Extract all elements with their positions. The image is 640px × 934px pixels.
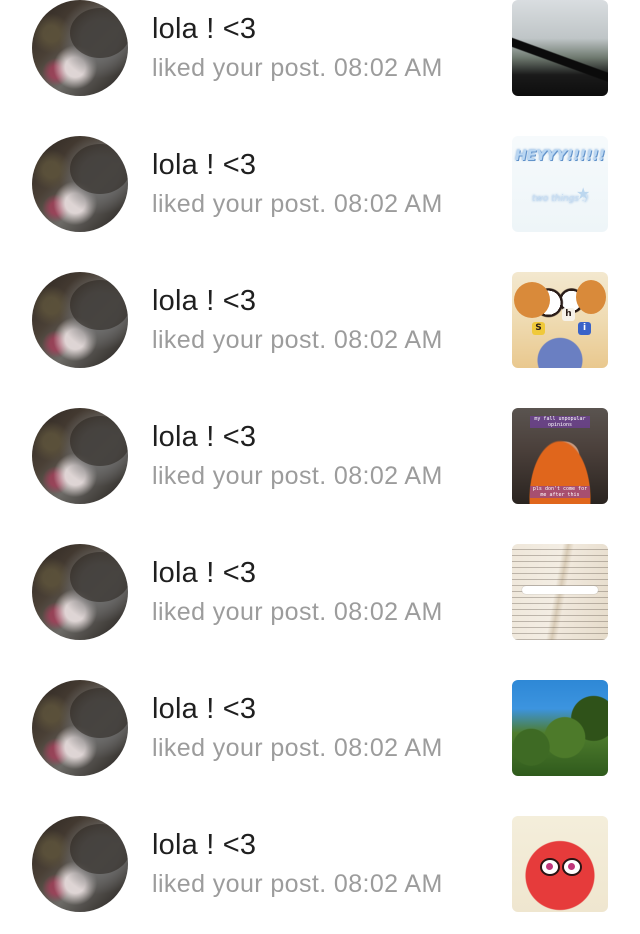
activity-text: liked your post. 08:02 AM bbox=[152, 54, 443, 83]
letter-tile: S bbox=[532, 322, 545, 335]
action-text: liked your post. bbox=[152, 598, 327, 626]
username[interactable]: lola ! <3 bbox=[152, 829, 256, 862]
notification-row[interactable]: lola ! <3 liked your post. 08:02 AM HEYY… bbox=[0, 118, 640, 254]
cartoon-eye bbox=[540, 858, 560, 876]
action-text: liked your post. bbox=[152, 54, 327, 82]
timestamp: 08:02 AM bbox=[333, 734, 443, 762]
action-text: liked your post. bbox=[152, 462, 327, 490]
username[interactable]: lola ! <3 bbox=[152, 557, 256, 590]
activity-text: liked your post. 08:02 AM bbox=[152, 462, 443, 491]
cartoon-eye bbox=[562, 858, 582, 876]
username[interactable]: lola ! <3 bbox=[152, 285, 256, 318]
timestamp: 08:02 AM bbox=[333, 54, 443, 82]
post-thumbnail[interactable]: S h i bbox=[512, 272, 608, 368]
action-text: liked your post. bbox=[152, 870, 327, 898]
notification-row[interactable]: lola ! <3 liked your post. 08:02 AM bbox=[0, 798, 640, 934]
cartoon-shape bbox=[514, 282, 550, 318]
search-bar-graphic bbox=[522, 586, 598, 594]
star-icon: ★ bbox=[576, 186, 591, 203]
activity-text: liked your post. 08:02 AM bbox=[152, 326, 443, 355]
letter-tile: h bbox=[562, 308, 575, 321]
post-thumbnail[interactable] bbox=[512, 816, 608, 912]
activity-list: lola ! <3 liked your post. 08:02 AM lola… bbox=[0, 0, 640, 934]
avatar[interactable] bbox=[32, 680, 128, 776]
timestamp: 08:02 AM bbox=[333, 190, 443, 218]
post-thumbnail[interactable] bbox=[512, 680, 608, 776]
thumbnail-caption: my fall unpopular opinions bbox=[530, 416, 590, 428]
avatar[interactable] bbox=[32, 408, 128, 504]
notification-row[interactable]: lola ! <3 liked your post. 08:02 AM bbox=[0, 662, 640, 798]
avatar[interactable] bbox=[32, 816, 128, 912]
action-text: liked your post. bbox=[152, 734, 327, 762]
activity-text: liked your post. 08:02 AM bbox=[152, 598, 443, 627]
timestamp: 08:02 AM bbox=[333, 462, 443, 490]
avatar[interactable] bbox=[32, 272, 128, 368]
notification-row[interactable]: lola ! <3 liked your post. 08:02 AM bbox=[0, 0, 640, 118]
avatar[interactable] bbox=[32, 0, 128, 96]
post-thumbnail[interactable] bbox=[512, 0, 608, 96]
cartoon-shape bbox=[576, 280, 606, 314]
notification-row[interactable]: lola ! <3 liked your post. 08:02 AM S h … bbox=[0, 254, 640, 390]
letter-tile: i bbox=[578, 322, 591, 335]
thumbnail-caption: pls don't come for me after this bbox=[530, 486, 590, 498]
post-thumbnail[interactable]: my fall unpopular opinions pls don't com… bbox=[512, 408, 608, 504]
timestamp: 08:02 AM bbox=[333, 870, 443, 898]
notification-row[interactable]: lola ! <3 liked your post. 08:02 AM my f… bbox=[0, 390, 640, 526]
username[interactable]: lola ! <3 bbox=[152, 421, 256, 454]
thumbnail-text: HEYYY!!!!!! bbox=[515, 148, 606, 164]
avatar[interactable] bbox=[32, 136, 128, 232]
username[interactable]: lola ! <3 bbox=[152, 149, 256, 182]
notification-row[interactable]: lola ! <3 liked your post. 08:02 AM bbox=[0, 526, 640, 662]
avatar[interactable] bbox=[32, 544, 128, 640]
activity-text: liked your post. 08:02 AM bbox=[152, 190, 443, 219]
timestamp: 08:02 AM bbox=[333, 326, 443, 354]
post-thumbnail[interactable] bbox=[512, 544, 608, 640]
post-thumbnail[interactable]: HEYYY!!!!!! two things :) ★ bbox=[512, 136, 608, 232]
timestamp: 08:02 AM bbox=[333, 598, 443, 626]
action-text: liked your post. bbox=[152, 190, 327, 218]
username[interactable]: lola ! <3 bbox=[152, 693, 256, 726]
action-text: liked your post. bbox=[152, 326, 327, 354]
activity-text: liked your post. 08:02 AM bbox=[152, 734, 443, 763]
activity-text: liked your post. 08:02 AM bbox=[152, 870, 443, 899]
username[interactable]: lola ! <3 bbox=[152, 13, 256, 46]
